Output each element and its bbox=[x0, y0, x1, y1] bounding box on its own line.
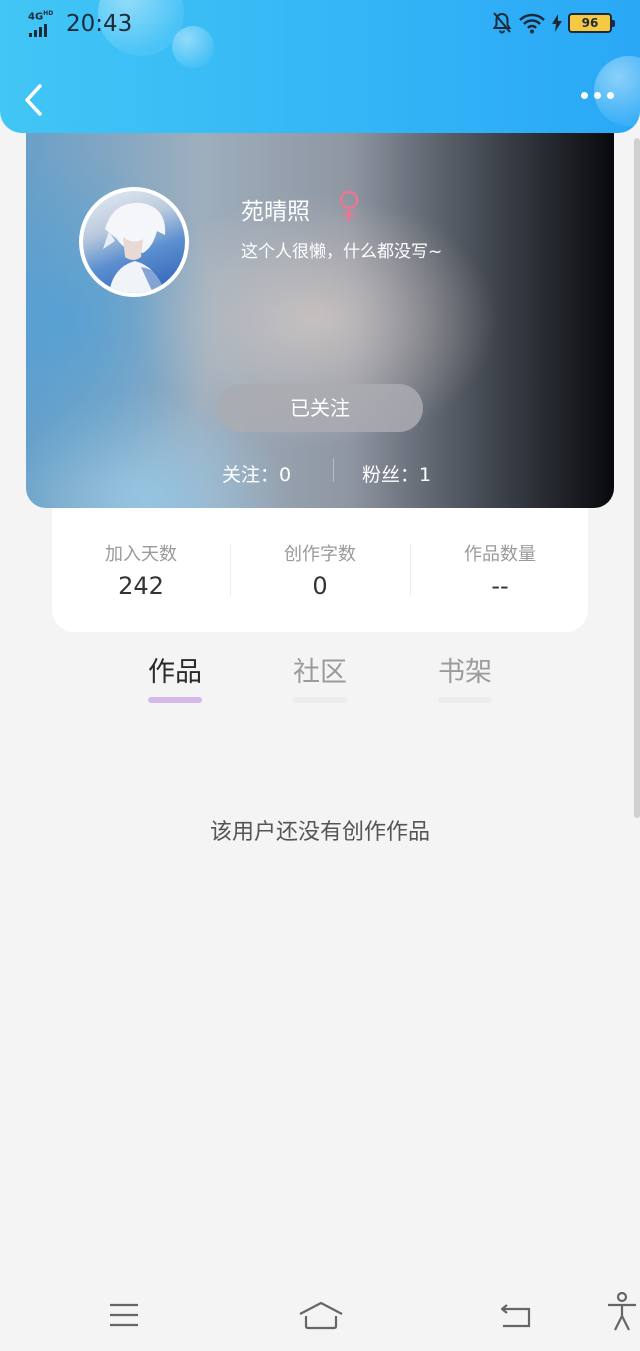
stat-label: 创作字数 bbox=[284, 544, 356, 565]
scrollbar[interactable] bbox=[634, 138, 640, 818]
more-dots-icon bbox=[581, 92, 588, 99]
stat-label: 加入天数 bbox=[105, 544, 177, 565]
profile-card: 苑晴照 这个人很懒，什么都没写~ 已关注 关注：0 粉丝：1 bbox=[26, 120, 614, 508]
follow-button[interactable]: 已关注 bbox=[217, 384, 423, 432]
back-button[interactable] bbox=[20, 82, 52, 118]
bell-muted-icon bbox=[492, 12, 512, 34]
chevron-left-icon bbox=[25, 84, 42, 116]
tab-indicator-works bbox=[148, 697, 202, 703]
nav-back-button[interactable] bbox=[496, 1295, 536, 1335]
stat-value: -- bbox=[491, 572, 509, 600]
stat-word-count: 创作字数 0 bbox=[231, 540, 409, 600]
empty-state-message: 该用户还没有创作作品 bbox=[209, 820, 430, 845]
nav-menu-button[interactable] bbox=[104, 1295, 144, 1335]
more-button[interactable] bbox=[581, 92, 614, 99]
user-bio: 这个人很懒，什么都没写~ bbox=[241, 242, 443, 262]
female-icon bbox=[339, 190, 359, 221]
tab-community[interactable]: 社区 bbox=[280, 650, 360, 689]
status-time: 20:43 bbox=[66, 11, 133, 37]
stat-value: 242 bbox=[118, 572, 164, 600]
decor-bubble bbox=[594, 56, 640, 126]
stat-join-days: 加入天数 242 bbox=[52, 540, 230, 600]
accessibility-button[interactable] bbox=[602, 1292, 640, 1332]
top-header: 4GHD 20:43 96 bbox=[0, 0, 640, 133]
status-icons: 96 bbox=[492, 12, 615, 34]
stat-value: 0 bbox=[312, 572, 328, 600]
menu-icon bbox=[110, 1303, 138, 1327]
stat-works-count: 作品数量 -- bbox=[411, 540, 589, 600]
username: 苑晴照 bbox=[241, 199, 310, 225]
stats-card: 加入天数 242 创作字数 0 作品数量 -- bbox=[52, 508, 588, 632]
tab-works[interactable]: 作品 bbox=[135, 650, 215, 689]
charging-icon bbox=[552, 14, 562, 32]
avatar-image bbox=[103, 202, 173, 293]
home-icon bbox=[299, 1301, 343, 1330]
accessibility-icon bbox=[608, 1292, 636, 1331]
signal-indicator: 4GHD bbox=[28, 10, 58, 37]
tab-indicator-bookshelf bbox=[438, 697, 492, 703]
signal-bars-icon bbox=[29, 24, 47, 37]
stat-label: 作品数量 bbox=[464, 544, 536, 565]
tab-indicator-community bbox=[293, 697, 347, 703]
wifi-icon bbox=[519, 13, 545, 34]
count-divider bbox=[333, 458, 334, 482]
fans-count[interactable]: 粉丝：1 bbox=[362, 460, 431, 487]
tab-bookshelf[interactable]: 书架 bbox=[425, 650, 505, 689]
following-count[interactable]: 关注：0 bbox=[222, 460, 291, 487]
nav-home-button[interactable] bbox=[298, 1295, 344, 1335]
back-icon bbox=[500, 1304, 531, 1328]
network-label: 4GHD bbox=[28, 10, 54, 23]
battery-indicator: 96 bbox=[568, 13, 615, 33]
avatar[interactable] bbox=[79, 187, 189, 297]
status-bar: 4GHD 20:43 96 bbox=[0, 0, 640, 52]
